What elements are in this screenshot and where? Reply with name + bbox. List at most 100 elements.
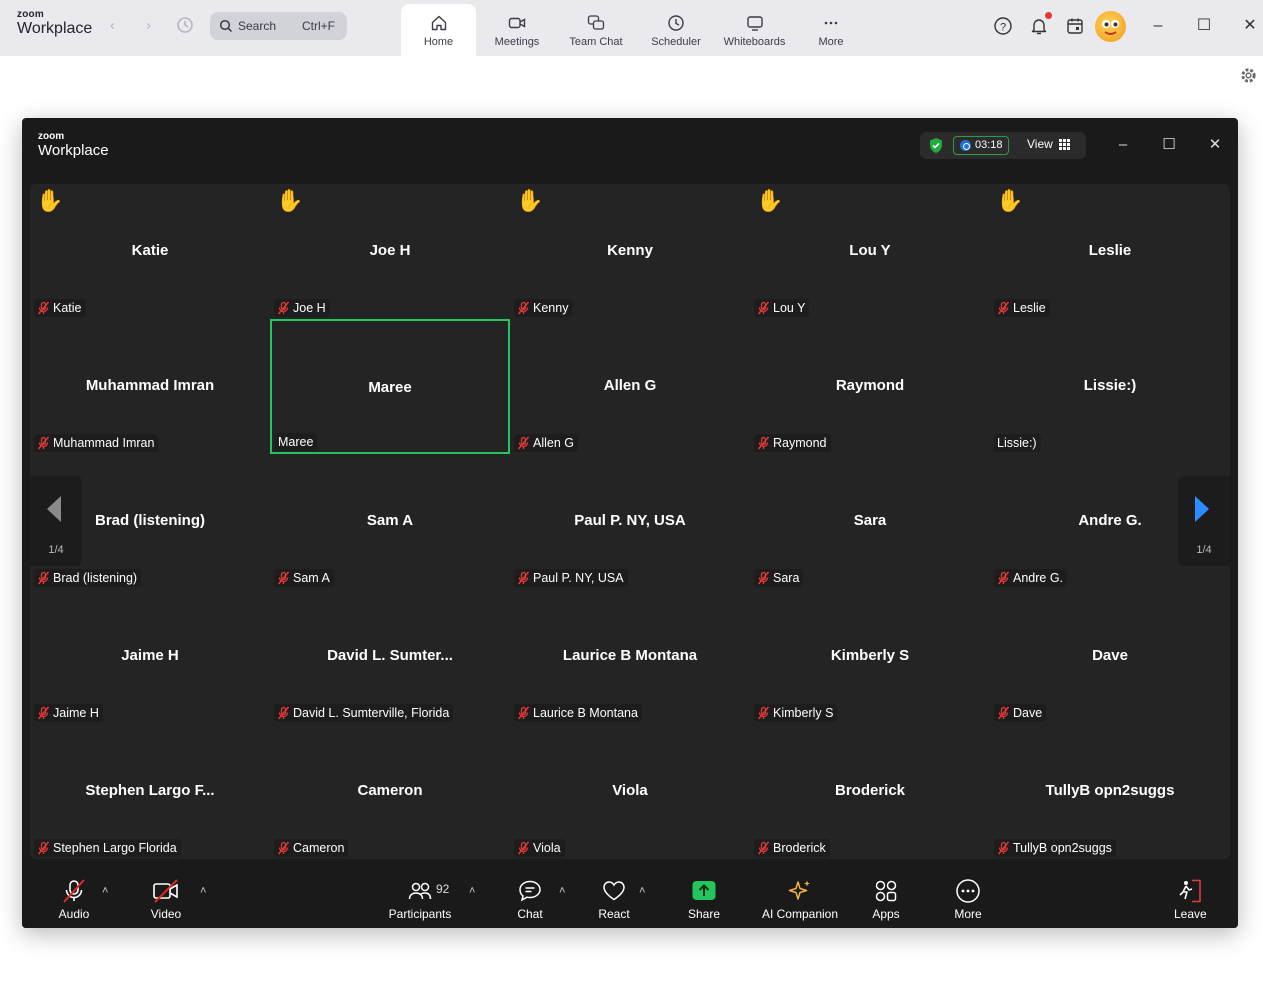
forward-arrow-icon[interactable]: › <box>146 17 151 34</box>
chat-button[interactable]: Chat <box>514 878 546 921</box>
participant-display-name: Joe H <box>369 242 411 259</box>
participant-tile[interactable]: Paul P. NY, USA Paul P. NY, USA <box>510 454 750 589</box>
participant-tile[interactable]: ✋ Joe H Joe H <box>270 184 510 319</box>
muted-mic-icon <box>63 879 85 903</box>
view-button[interactable]: View <box>1027 137 1070 151</box>
participant-display-name: Sam A <box>366 512 414 529</box>
participant-name-tag: Jaime H <box>34 704 103 722</box>
participant-tile[interactable]: Sam A Sam A <box>270 454 510 589</box>
previous-page-button[interactable]: 1/4 <box>30 476 82 566</box>
ai-sparkle-icon <box>788 880 810 900</box>
history-icon[interactable] <box>176 16 194 34</box>
meeting-maximize-icon[interactable]: ☐ <box>1159 135 1179 155</box>
video-off-icon <box>153 879 178 903</box>
meeting-timer[interactable]: 03:18 <box>953 136 1009 155</box>
tab-meetings-label: Meetings <box>494 36 540 48</box>
view-label: View <box>1027 137 1053 151</box>
leave-button[interactable]: Leave <box>1174 878 1207 921</box>
muted-mic-icon <box>517 841 530 855</box>
tab-scheduler[interactable]: Scheduler <box>643 4 709 56</box>
participant-tile[interactable]: ✋ Leslie Leslie <box>990 184 1230 319</box>
muted-mic-icon <box>997 301 1010 315</box>
tab-scheduler-label: Scheduler <box>651 36 701 48</box>
chat-label: Chat <box>517 907 543 921</box>
apps-button[interactable]: Apps <box>870 878 902 921</box>
apps-label: Apps <box>872 907 900 921</box>
muted-mic-icon <box>277 571 290 585</box>
participant-tile[interactable]: Stephen Largo F... Stephen Largo Florida <box>30 724 270 859</box>
calendar-icon[interactable] <box>1065 16 1085 36</box>
participant-tile[interactable]: TullyB opn2suggs TullyB opn2suggs <box>990 724 1230 859</box>
participants-options-chevron-icon[interactable]: ˄ <box>469 885 475 897</box>
participant-tile[interactable]: ✋ Lou Y Lou Y <box>750 184 990 319</box>
participant-tile[interactable]: ✋ Katie Katie <box>30 184 270 319</box>
chat-icon <box>519 880 541 902</box>
participant-display-name: Muhammad Imran <box>85 377 215 394</box>
participant-display-name: Paul P. NY, USA <box>574 512 686 529</box>
tab-more[interactable]: More <box>808 4 854 56</box>
participant-tile[interactable]: Allen G Allen G <box>510 319 750 454</box>
gear-icon[interactable] <box>1240 67 1257 84</box>
avatar[interactable] <box>1095 11 1126 42</box>
participant-tile[interactable]: Dave Dave <box>990 589 1230 724</box>
participant-tag-label: Joe H <box>293 301 326 315</box>
video-button[interactable]: Video <box>150 878 182 921</box>
participant-tile[interactable]: Maree Maree <box>270 319 510 454</box>
encryption-shield-icon[interactable] <box>928 137 944 154</box>
help-icon[interactable]: ? <box>993 16 1013 36</box>
participant-tag-label: Sam A <box>293 571 330 585</box>
participant-tile[interactable]: Muhammad Imran Muhammad Imran <box>30 319 270 454</box>
participant-display-name: Katie <box>131 242 169 259</box>
participant-name-tag: Allen G <box>514 434 578 452</box>
participant-tile[interactable]: Jaime H Jaime H <box>30 589 270 724</box>
minimize-icon[interactable]: – <box>1148 16 1168 36</box>
search-icon <box>219 19 233 33</box>
audio-button[interactable]: Audio <box>58 878 90 921</box>
participant-tag-label: Kimberly S <box>773 706 834 720</box>
participant-tile[interactable]: Laurice B Montana Laurice B Montana <box>510 589 750 724</box>
maximize-icon[interactable]: ☐ <box>1194 16 1214 36</box>
search-label: Search <box>238 19 277 33</box>
participant-name-tag: Katie <box>34 299 86 317</box>
participant-tile[interactable]: Viola Viola <box>510 724 750 859</box>
participant-tile[interactable]: Raymond Raymond <box>750 319 990 454</box>
meeting-close-icon[interactable]: ✕ <box>1205 135 1225 155</box>
muted-mic-icon <box>277 706 290 720</box>
participant-tile[interactable]: Kimberly S Kimberly S <box>750 589 990 724</box>
meeting-minimize-icon[interactable]: – <box>1113 135 1133 155</box>
react-options-chevron-icon[interactable]: ˄ <box>639 885 645 897</box>
video-options-chevron-icon[interactable]: ˄ <box>200 885 206 897</box>
react-button[interactable]: React <box>598 878 630 921</box>
chat-options-chevron-icon[interactable]: ˄ <box>559 885 565 897</box>
participant-tag-label: Viola <box>533 841 561 855</box>
participant-tile[interactable]: ✋ Kenny Kenny <box>510 184 750 319</box>
tab-team-chat[interactable]: Team Chat <box>561 4 631 56</box>
participant-tag-label: Dave <box>1013 706 1043 720</box>
audio-options-chevron-icon[interactable]: ˄ <box>102 885 108 897</box>
notification-bell-icon[interactable] <box>1029 16 1049 36</box>
meeting-logo: zoom Workplace <box>38 132 109 159</box>
participant-tile[interactable]: Broderick Broderick <box>750 724 990 859</box>
participant-tag-label: Kenny <box>533 301 569 315</box>
participant-display-name: Dave <box>1092 647 1128 664</box>
search-input[interactable]: Search Ctrl+F <box>210 12 347 40</box>
tab-meetings[interactable]: Meetings <box>484 4 550 56</box>
close-icon[interactable]: ✕ <box>1240 16 1260 36</box>
participant-tile[interactable]: Cameron Cameron <box>270 724 510 859</box>
participant-tile[interactable]: Sara Sara <box>750 454 990 589</box>
participant-name-tag: Muhammad Imran <box>34 434 159 452</box>
muted-mic-icon <box>37 436 50 450</box>
tab-whiteboards[interactable]: Whiteboards <box>716 4 793 56</box>
tab-home[interactable]: Home <box>401 4 476 56</box>
more-button[interactable]: More <box>952 878 984 921</box>
muted-mic-icon <box>37 706 50 720</box>
home-icon <box>431 15 446 31</box>
ai-companion-button[interactable]: AI Companion <box>760 878 840 921</box>
next-page-button[interactable]: 1/4 <box>1178 476 1230 566</box>
participant-tile[interactable]: Lissie:) Lissie:) <box>990 319 1230 454</box>
tab-more-label: More <box>818 36 844 48</box>
back-arrow-icon[interactable]: ‹ <box>110 17 115 34</box>
share-button[interactable]: Share <box>688 878 720 921</box>
muted-mic-icon <box>757 841 770 855</box>
participant-tile[interactable]: David L. Sumter... David L. Sumterville, … <box>270 589 510 724</box>
